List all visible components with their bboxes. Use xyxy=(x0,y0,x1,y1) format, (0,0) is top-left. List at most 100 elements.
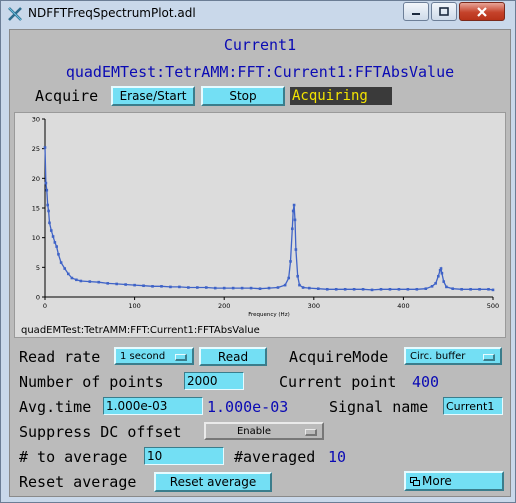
plot-caption: quadEMTest:TetrAMM:FFT:Current1:FFTAbsVa… xyxy=(21,325,260,336)
data-point xyxy=(290,227,294,231)
maximize-button[interactable] xyxy=(431,2,457,21)
more-button[interactable]: More xyxy=(404,471,504,491)
data-point xyxy=(294,248,298,251)
avg-time-input[interactable]: 1.000e-03 xyxy=(103,397,203,415)
suppress-dc-menu[interactable]: Enable xyxy=(204,422,324,440)
data-point xyxy=(361,287,365,291)
data-point xyxy=(445,285,448,289)
app-x-icon xyxy=(8,7,22,21)
data-point xyxy=(316,287,320,290)
num-points-label: Number of points xyxy=(19,373,164,391)
data-point xyxy=(240,286,244,290)
avg-time-readback: 1.000e-03 xyxy=(207,398,289,416)
data-point xyxy=(222,286,226,290)
data-point xyxy=(115,282,118,286)
avg-time-label: Avg.time xyxy=(19,398,92,416)
data-point xyxy=(397,287,401,291)
minimize-button[interactable] xyxy=(403,2,429,21)
data-point xyxy=(487,287,490,291)
data-point xyxy=(48,221,51,225)
data-point xyxy=(301,286,305,289)
data-point xyxy=(406,287,410,291)
num-points-input[interactable]: 2000 xyxy=(184,372,244,390)
data-point xyxy=(325,287,329,291)
y-tick-label: 10 xyxy=(32,234,40,242)
read-rate-menu[interactable]: 1 second xyxy=(114,347,194,365)
data-point xyxy=(75,278,78,282)
acquire-mode-menu[interactable]: Circ. buffer xyxy=(404,347,502,365)
data-point xyxy=(169,285,172,289)
data-point xyxy=(51,235,55,238)
data-point xyxy=(66,272,70,276)
read-button[interactable]: Read xyxy=(199,347,267,366)
y-tick-label: 5 xyxy=(36,264,40,272)
num-averaged-label: #averaged xyxy=(234,448,316,466)
close-icon xyxy=(477,6,487,17)
data-point xyxy=(291,209,295,213)
erase-start-button[interactable]: Erase/Start xyxy=(111,86,195,106)
data-point xyxy=(424,287,428,290)
display-panel: Current1 quadEMTest:TetrAMM:FFT:Current1… xyxy=(9,29,511,497)
data-point xyxy=(213,286,217,290)
minimize-icon xyxy=(412,12,420,15)
data-point xyxy=(55,245,58,248)
data-point xyxy=(460,287,463,291)
data-point xyxy=(379,287,383,291)
num-to-average-input[interactable]: 10 xyxy=(144,447,224,465)
data-point xyxy=(434,282,437,285)
data-point xyxy=(258,287,262,290)
data-point xyxy=(43,146,47,149)
window-title: NDFFTFreqSpectrumPlot.adl xyxy=(28,6,196,20)
data-point xyxy=(231,286,235,290)
data-point xyxy=(142,284,145,288)
data-point xyxy=(415,287,419,291)
num-to-average-label: # to average xyxy=(19,448,128,466)
data-point xyxy=(44,181,48,185)
y-tick-label: 20 xyxy=(32,175,40,183)
data-point xyxy=(283,283,287,287)
data-point xyxy=(49,229,53,232)
acquire-mode-label: AcquireMode xyxy=(289,348,389,366)
application-window: NDFFTFreqSpectrumPlot.adl Current1 quadE… xyxy=(0,0,516,503)
x-axis-label: Frequency (Hz) xyxy=(248,312,289,318)
data-point xyxy=(352,287,356,291)
reset-average-button[interactable]: Reset average xyxy=(154,472,272,492)
x-tick-label: 100 xyxy=(128,302,140,310)
data-point xyxy=(79,279,83,283)
data-point xyxy=(70,276,74,280)
data-point xyxy=(267,286,271,290)
data-point xyxy=(187,286,190,289)
fft-plot-svg: 0510152025300 100 200 300 400 500Frequency (H… xyxy=(32,116,499,319)
data-point xyxy=(249,286,253,290)
data-point xyxy=(287,276,291,280)
x-tick-label: 0 xyxy=(43,302,47,310)
read-rate-value: 1 second xyxy=(120,350,166,362)
x-tick-label: 400 xyxy=(397,302,409,310)
fft-plot: 0 5 10 15 20 25 30 0 100 200 300 400 500 Frequency (H… xyxy=(14,112,506,338)
data-point xyxy=(97,280,101,284)
y-tick-label: 25 xyxy=(32,145,40,153)
data-point xyxy=(293,218,297,222)
data-point xyxy=(53,241,57,244)
chevron-down-icon xyxy=(305,429,317,436)
pv-name-title: quadEMTest:TetrAMM:FFT:Current1:FFTAbsVa… xyxy=(65,63,455,81)
data-point xyxy=(451,287,454,290)
data-point xyxy=(63,267,67,270)
current-point-label: Current point xyxy=(279,373,397,391)
series-line xyxy=(44,147,494,291)
read-rate-label: Read rate xyxy=(19,348,101,366)
data-point xyxy=(370,288,374,292)
signal-name-input[interactable]: Current1 xyxy=(443,397,503,415)
stop-button[interactable]: Stop xyxy=(201,86,285,106)
acquire-label: Acquire xyxy=(35,87,99,105)
data-point xyxy=(298,283,301,287)
data-point xyxy=(204,286,208,289)
data-point xyxy=(442,280,446,283)
y-tick-label: 15 xyxy=(32,205,40,213)
y-tick-label: 0 xyxy=(36,294,40,302)
signal-name-label: Signal name xyxy=(329,398,429,416)
current-point-value: 400 xyxy=(412,373,440,391)
data-point xyxy=(289,260,292,263)
data-point xyxy=(334,287,338,291)
close-button[interactable] xyxy=(459,2,505,21)
